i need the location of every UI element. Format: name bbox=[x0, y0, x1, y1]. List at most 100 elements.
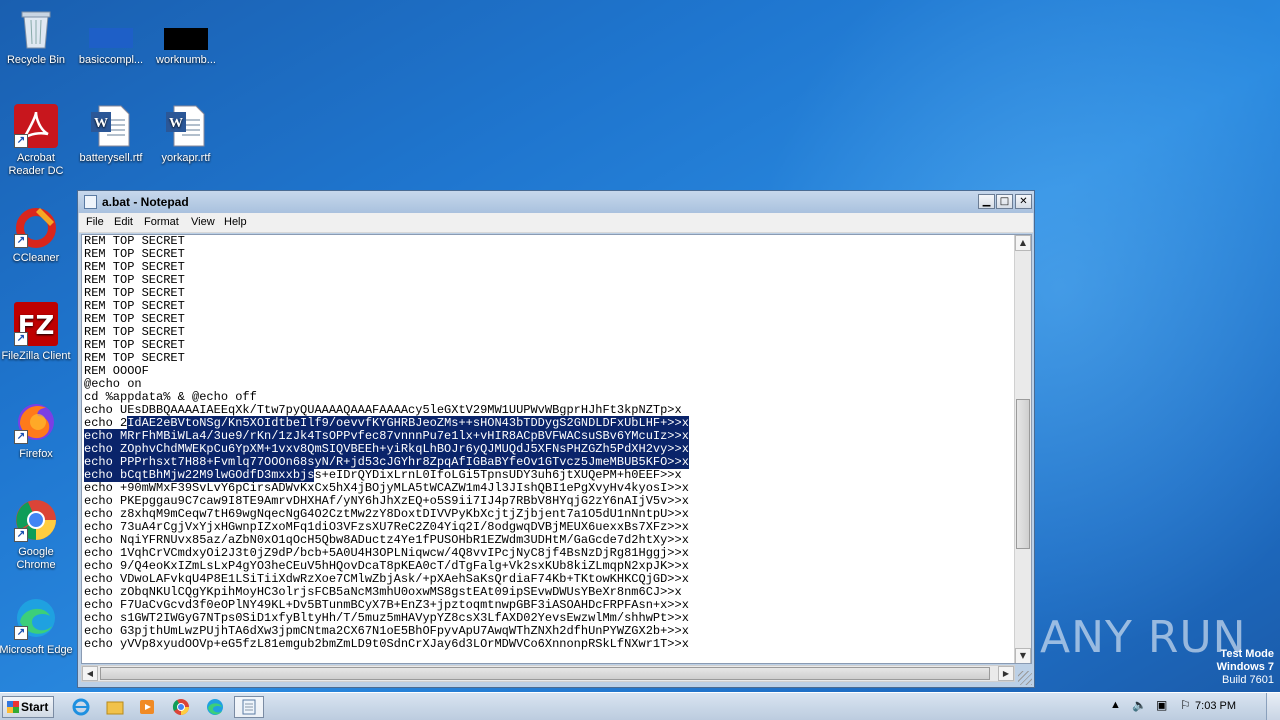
windows-logo-icon bbox=[7, 701, 19, 713]
chrome-icon bbox=[172, 699, 189, 715]
desktop-icon-basiccompl[interactable]: basiccompl... bbox=[73, 6, 149, 67]
windows-version-line: Windows 7 bbox=[1216, 661, 1274, 673]
menu-edit[interactable]: Edit bbox=[114, 216, 133, 228]
test-mode-line: Test Mode bbox=[1220, 648, 1274, 660]
network-icon[interactable]: ▣ bbox=[1156, 698, 1167, 712]
media-player-icon bbox=[140, 700, 154, 714]
shortcut-arrow-icon: ↗ bbox=[14, 528, 28, 542]
shortcut-arrow-icon: ↗ bbox=[14, 134, 28, 148]
acrobat-icon: ↗ bbox=[14, 104, 58, 148]
maximize-icon: □ bbox=[999, 196, 1010, 207]
selected-text: echo ZOphvChdMWEKpCu6YpXM+1vxv8QmSIQVBEE… bbox=[84, 442, 689, 456]
menu-bar: File Edit Format View Help bbox=[79, 213, 1033, 233]
taskbar-explorer[interactable] bbox=[100, 696, 130, 718]
horizontal-scrollbar[interactable]: ◀ ▶ bbox=[81, 665, 1015, 682]
selected-text: echo bCqtBhMjw22M9lwGOdfD3mxxbjs bbox=[84, 468, 315, 482]
arrow-up-icon: ▲ bbox=[1019, 238, 1027, 247]
window-titlebar[interactable]: a.bat - Notepad ▁ □ ✕ bbox=[78, 191, 1034, 213]
internet-explorer-icon bbox=[72, 698, 90, 716]
scroll-up-button[interactable]: ▲ bbox=[1015, 235, 1031, 251]
action-center-flag-icon[interactable]: ⚐ bbox=[1180, 698, 1191, 712]
folder-icon bbox=[106, 701, 124, 715]
taskbar: Start ▲ 🔈 ▣ ⚐ 7:03 PM bbox=[0, 692, 1280, 720]
ccleaner-icon: ↗ bbox=[14, 204, 58, 248]
line-text: echo 2 bbox=[84, 416, 128, 430]
chrome-icon: ↗ bbox=[14, 498, 58, 542]
minimize-button[interactable]: ▁ bbox=[978, 194, 995, 209]
word-document-icon: W bbox=[164, 104, 208, 148]
taskbar-ie[interactable] bbox=[66, 696, 96, 718]
vertical-scroll-thumb[interactable] bbox=[1016, 399, 1030, 549]
desktop-icon-edge[interactable]: ↗ Microsoft Edge bbox=[0, 596, 74, 657]
desktop-icon-firefox[interactable]: ↗ Firefox bbox=[0, 400, 74, 461]
desktop-icon-label: Google Chrome bbox=[16, 546, 56, 571]
desktop-icon-yorkapr[interactable]: W yorkapr.rtf bbox=[148, 104, 224, 165]
desktop-icon-batterysell[interactable]: W batterysell.rtf bbox=[73, 104, 149, 165]
editor-content[interactable]: REM TOP SECRET REM TOP SECRET REM TOP SECR… bbox=[84, 235, 689, 651]
desktop-icon-label: basiccompl... bbox=[78, 54, 144, 66]
show-hidden-icons-icon[interactable]: ▲ bbox=[1110, 699, 1121, 711]
text-editor[interactable]: REM TOP SECRET REM TOP SECRET REM TOP SECR… bbox=[81, 234, 1032, 664]
taskbar-chrome[interactable] bbox=[166, 696, 196, 718]
recycle-bin-icon bbox=[14, 6, 58, 50]
firefox-icon: ↗ bbox=[14, 400, 58, 444]
taskbar-notepad[interactable] bbox=[234, 696, 264, 718]
maximize-button[interactable]: □ bbox=[996, 194, 1013, 209]
scroll-left-button[interactable]: ◀ bbox=[82, 666, 98, 681]
vertical-scrollbar[interactable]: ▲ ▼ bbox=[1014, 235, 1031, 663]
start-label: Start bbox=[21, 700, 49, 714]
shortcut-arrow-icon: ↗ bbox=[14, 332, 28, 346]
line-text: s+eIDrQYDixLrnL0IfoLGi5TpnsUDY3uh6jtXUQe… bbox=[314, 468, 682, 482]
resize-grip[interactable] bbox=[1018, 671, 1032, 685]
desktop-icon-label: Recycle Bin bbox=[6, 54, 66, 66]
minimize-icon: ▁ bbox=[982, 196, 991, 207]
close-button[interactable]: ✕ bbox=[1015, 194, 1032, 209]
desktop-icon-label: yorkapr.rtf bbox=[161, 152, 211, 164]
arrow-left-icon: ◀ bbox=[86, 669, 94, 678]
filezilla-icon: FZ ↗ bbox=[14, 302, 58, 346]
close-icon: ✕ bbox=[1019, 196, 1028, 207]
horizontal-scroll-thumb[interactable] bbox=[100, 667, 990, 680]
start-button[interactable]: Start bbox=[2, 696, 54, 718]
shortcut-arrow-icon: ↗ bbox=[14, 234, 28, 248]
selected-text: IdAE2eBVtoNSg/Kn5XOIdtbeIlf9/oevvfKYGHRB… bbox=[127, 416, 689, 430]
desktop-icon-worknumb[interactable]: worknumb... bbox=[148, 6, 224, 67]
edge-icon bbox=[207, 699, 223, 715]
shortcut-arrow-icon: ↗ bbox=[14, 430, 28, 444]
test-mode-notice: Test Mode Windows 7 Build 7601 bbox=[1217, 648, 1274, 687]
menu-help[interactable]: Help bbox=[224, 216, 247, 228]
anyrun-watermark: ANY RUN bbox=[1040, 612, 1247, 663]
desktop-icon-label: FileZilla Client bbox=[1, 350, 71, 362]
menu-file[interactable]: File bbox=[86, 216, 104, 228]
menu-format[interactable]: Format bbox=[144, 216, 179, 228]
clock[interactable]: 7:03 PM bbox=[1195, 700, 1236, 712]
edge-icon: ↗ bbox=[14, 596, 58, 640]
desktop-icon-label: Microsoft Edge bbox=[0, 644, 73, 656]
selected-text: echo PPPrhsxt7H88+Fvmlq77OOOn68syN/R+jd5… bbox=[84, 455, 689, 469]
taskbar-edge[interactable] bbox=[200, 696, 230, 718]
file-thumbnail-icon bbox=[164, 6, 208, 50]
desktop-icon-label: Firefox bbox=[19, 448, 53, 460]
desktop-icon-recycle-bin[interactable]: Recycle Bin bbox=[0, 6, 74, 67]
desktop-icon-filezilla[interactable]: FZ ↗ FileZilla Client bbox=[0, 302, 74, 363]
desktop-icon-label: CCleaner bbox=[12, 252, 60, 264]
show-desktop-button[interactable] bbox=[1266, 693, 1280, 720]
scroll-right-button[interactable]: ▶ bbox=[998, 666, 1014, 681]
window-title: a.bat - Notepad bbox=[102, 195, 189, 209]
desktop-icon-ccleaner[interactable]: ↗ CCleaner bbox=[0, 204, 74, 265]
menu-view[interactable]: View bbox=[191, 216, 215, 228]
volume-icon[interactable]: 🔈 bbox=[1132, 698, 1147, 712]
text-line: echo yVVp8xyudOOVp+eG5fzL81emgub2bmZmLD9… bbox=[84, 637, 689, 651]
notepad-icon bbox=[242, 699, 256, 715]
build-line: Build 7601 bbox=[1222, 674, 1274, 686]
svg-text:W: W bbox=[169, 116, 183, 131]
arrow-right-icon: ▶ bbox=[1002, 669, 1010, 678]
text-line: REM TOP SECRET bbox=[84, 351, 185, 365]
desktop-icon-acrobat[interactable]: ↗ Acrobat Reader DC bbox=[0, 104, 74, 178]
scroll-down-button[interactable]: ▼ bbox=[1015, 648, 1031, 663]
notepad-window[interactable]: a.bat - Notepad ▁ □ ✕ File Edit Format V… bbox=[77, 190, 1035, 688]
desktop-icon-chrome[interactable]: ↗ Google Chrome bbox=[0, 498, 74, 572]
word-document-icon: W bbox=[89, 104, 133, 148]
selected-text: echo MRrFhMBiWLa4/3ue9/rKn/1zJk4TsOPPvfe… bbox=[84, 429, 689, 443]
taskbar-media-player[interactable] bbox=[132, 696, 162, 718]
